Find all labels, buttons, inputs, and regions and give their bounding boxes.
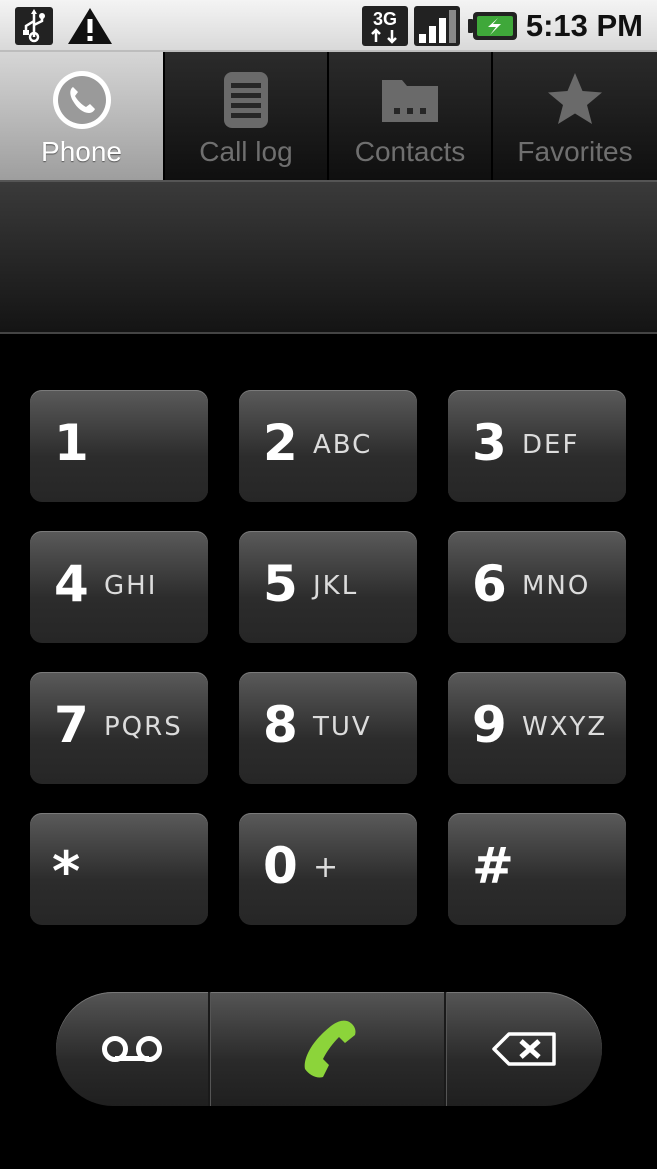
key-digit: 4 (54, 555, 89, 613)
phone-icon (52, 71, 111, 129)
key-digit: # (472, 837, 514, 895)
voicemail-button[interactable] (56, 992, 208, 1106)
tab-bar: Phone Call log Contacts Favorites (0, 52, 657, 180)
key-digit: * (52, 840, 81, 903)
tab-label: Contacts (354, 136, 466, 167)
clock: 5:13 PM (525, 8, 643, 43)
tab-contacts[interactable]: Contacts (329, 52, 493, 180)
call-icon (304, 1020, 356, 1078)
backspace-icon (492, 1032, 556, 1066)
battery-charging-icon (468, 12, 517, 40)
key-star[interactable]: * (30, 813, 208, 925)
key-digit: 1 (54, 414, 89, 472)
key-letters: GHI (104, 571, 158, 601)
key-2[interactable]: 2 ABC (239, 390, 417, 502)
key-digit: 6 (472, 555, 507, 613)
key-letters: JKL (313, 571, 359, 601)
key-letters: MNO (522, 571, 591, 601)
network-type-icon: 3G (362, 6, 408, 46)
key-6[interactable]: 6 MNO (448, 531, 626, 643)
tab-label: Phone (41, 136, 122, 167)
tab-label: Call log (199, 136, 293, 167)
call-button[interactable] (210, 992, 444, 1106)
contacts-icon (382, 80, 438, 122)
usb-icon (15, 7, 53, 45)
key-letters: TUV (313, 712, 372, 742)
tab-call-log[interactable]: Call log (165, 52, 329, 180)
status-bar: 3G 5:13 PM (0, 0, 657, 52)
key-hash[interactable]: # (448, 813, 626, 925)
voicemail-icon (102, 1036, 162, 1062)
warning-icon (68, 8, 112, 44)
key-digit: 2 (263, 414, 298, 472)
key-letters: + (313, 850, 341, 885)
backspace-button[interactable] (446, 992, 602, 1106)
key-9[interactable]: 9 WXYZ (448, 672, 626, 784)
key-3[interactable]: 3 DEF (448, 390, 626, 502)
key-8[interactable]: 8 TUV (239, 672, 417, 784)
key-0[interactable]: 0 + (239, 813, 417, 925)
dialed-number-field[interactable] (0, 180, 657, 334)
call-log-icon (224, 72, 268, 128)
action-bar (56, 992, 602, 1106)
key-7[interactable]: 7 PQRS (30, 672, 208, 784)
network-type-label: 3G (373, 9, 397, 29)
key-digit: 7 (54, 696, 89, 754)
key-digit: 9 (472, 696, 507, 754)
tab-phone[interactable]: Phone (0, 52, 165, 180)
key-digit: 5 (263, 555, 298, 613)
tab-favorites[interactable]: Favorites (493, 52, 657, 180)
key-letters: DEF (522, 430, 580, 460)
signal-strength-icon (414, 6, 460, 46)
key-1[interactable]: 1 (30, 390, 208, 502)
key-letters: WXYZ (522, 712, 608, 742)
key-letters: ABC (313, 430, 373, 460)
key-digit: 8 (263, 696, 298, 754)
key-letters: PQRS (104, 712, 183, 742)
key-digit: 3 (472, 414, 507, 472)
tab-label: Favorites (517, 136, 633, 167)
key-digit: 0 (263, 837, 298, 895)
key-5[interactable]: 5 JKL (239, 531, 417, 643)
key-4[interactable]: 4 GHI (30, 531, 208, 643)
star-icon (548, 73, 602, 124)
